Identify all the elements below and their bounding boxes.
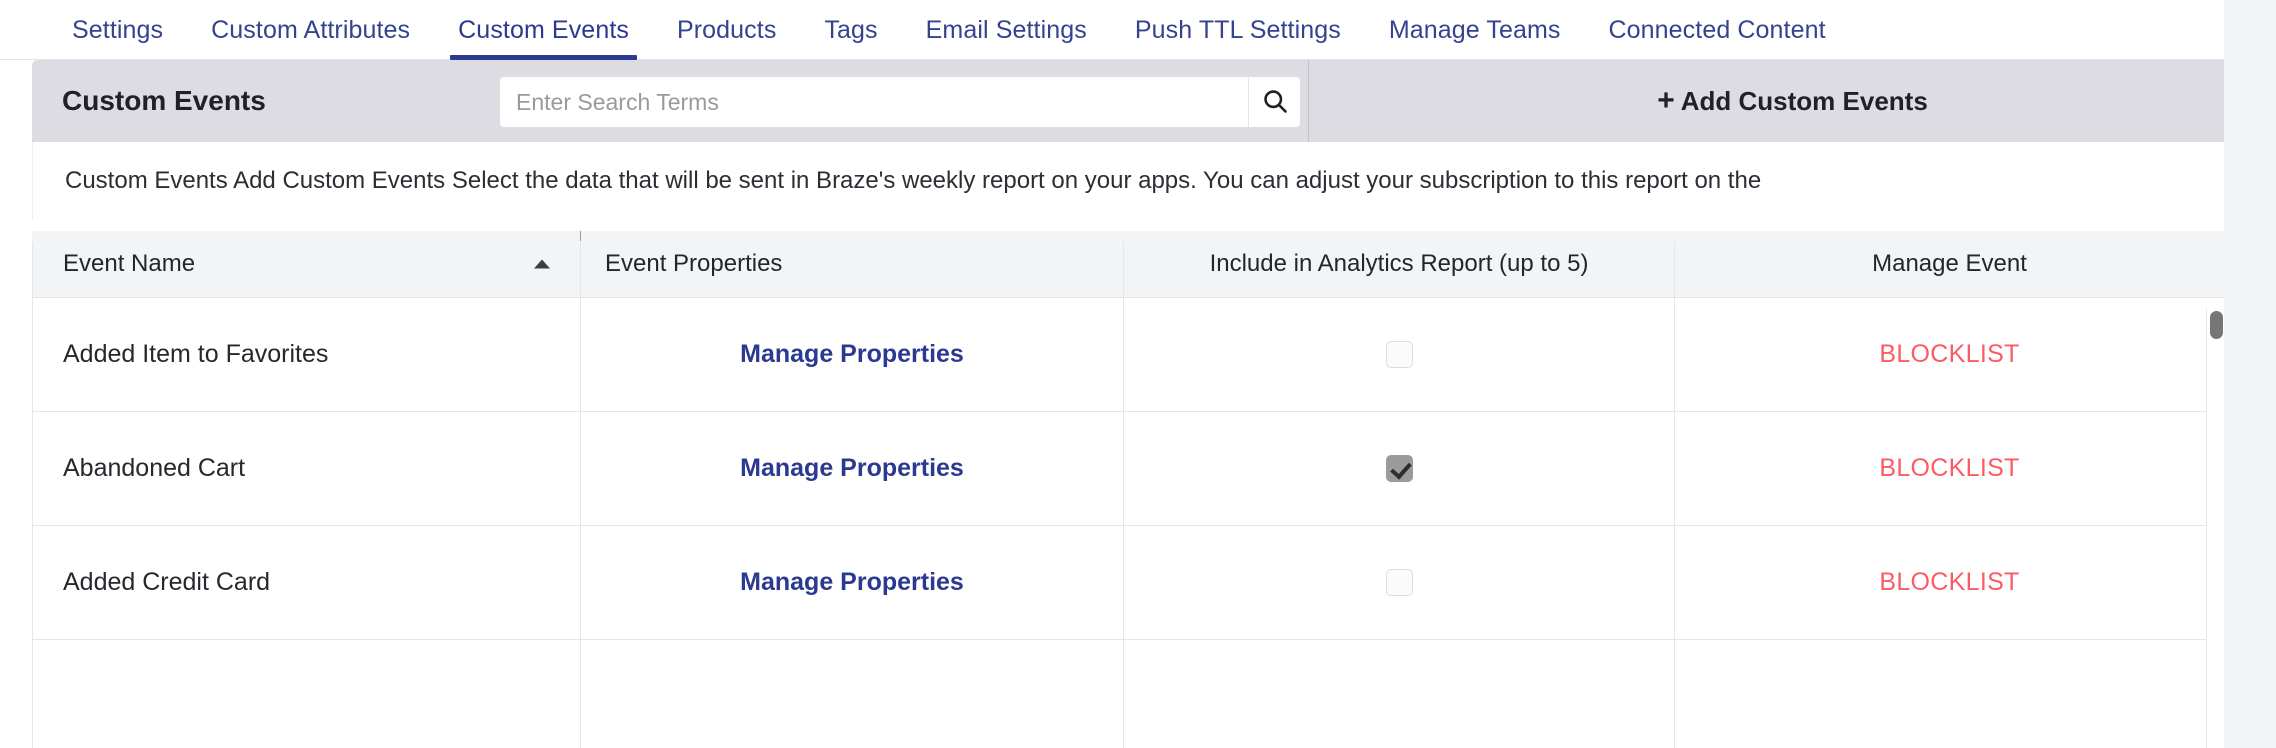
column-header-event-properties[interactable]: Event Properties bbox=[580, 231, 1124, 298]
column-label: Event Name bbox=[63, 249, 196, 277]
tab-label: Manage Teams bbox=[1388, 15, 1561, 44]
panel-description: Custom Events Add Custom Events Select t… bbox=[32, 142, 2276, 220]
search-icon bbox=[1261, 87, 1289, 118]
manage-properties-link[interactable]: Manage Properties bbox=[740, 340, 964, 368]
cell-include-in-report bbox=[1123, 638, 1675, 748]
column-label: Include in Analytics Report (up to 5) bbox=[1209, 249, 1589, 277]
cell-event-name: Added Item to Favorites bbox=[32, 296, 581, 412]
events-table-area: Event Name Event Properties Include in A… bbox=[32, 231, 2276, 748]
include-in-report-checkbox[interactable] bbox=[1385, 569, 1413, 597]
tab-label: Custom Events bbox=[458, 15, 629, 44]
tab-label: Email Settings bbox=[925, 15, 1087, 44]
blocklist-button[interactable]: BLOCKLIST bbox=[1879, 454, 2019, 482]
column-header-manage-event[interactable]: Manage Event bbox=[1674, 231, 2225, 298]
include-in-report-checkbox[interactable] bbox=[1385, 341, 1413, 369]
include-in-report-checkbox[interactable] bbox=[1385, 455, 1413, 483]
right-gutter bbox=[2224, 0, 2276, 748]
cell-manage-event: BLOCKLIST bbox=[1674, 524, 2225, 640]
table-header-row: Event Name Event Properties Include in A… bbox=[32, 231, 2225, 298]
cell-event-properties: Manage Properties bbox=[580, 296, 1124, 412]
manage-properties-link[interactable]: Manage Properties bbox=[740, 568, 964, 596]
column-label: Manage Event bbox=[1872, 249, 2027, 277]
search-button[interactable] bbox=[1248, 77, 1300, 127]
table-row: Abandoned Cart Manage Properties BLOCKLI… bbox=[32, 410, 2225, 526]
add-custom-events-label: Add Custom Events bbox=[1680, 85, 1928, 116]
tab-label: Connected Content bbox=[1608, 15, 1826, 44]
cell-event-properties bbox=[580, 638, 1124, 748]
cell-event-properties: Manage Properties bbox=[580, 410, 1124, 526]
vertical-scrollbar[interactable] bbox=[2206, 308, 2224, 748]
column-header-event-name[interactable]: Event Name bbox=[32, 231, 581, 298]
custom-events-table: Event Name Event Properties Include in A… bbox=[32, 231, 2225, 748]
cell-manage-event: BLOCKLIST bbox=[1674, 410, 2225, 526]
tab-manage-teams[interactable]: Manage Teams bbox=[1365, 0, 1585, 60]
custom-events-panel: Custom Events + Add Custom Events Custom… bbox=[32, 60, 2276, 748]
tab-connected-content[interactable]: Connected Content bbox=[1585, 0, 1850, 60]
cell-include-in-report bbox=[1123, 296, 1675, 412]
search-input[interactable] bbox=[500, 77, 1248, 127]
blocklist-button[interactable]: BLOCKLIST bbox=[1879, 568, 2019, 596]
table-row bbox=[32, 638, 2225, 748]
tab-label: Tags bbox=[824, 15, 878, 44]
tab-settings[interactable]: Settings bbox=[48, 0, 187, 60]
plus-icon: + bbox=[1657, 84, 1675, 117]
blocklist-button[interactable]: BLOCKLIST bbox=[1879, 340, 2019, 368]
cell-event-name bbox=[32, 638, 581, 748]
manage-properties-link[interactable]: Manage Properties bbox=[740, 454, 964, 482]
add-custom-events-button[interactable]: + Add Custom Events bbox=[1308, 60, 2276, 142]
cell-manage-event bbox=[1674, 638, 2225, 748]
tab-label: Custom Attributes bbox=[211, 15, 411, 44]
tab-custom-attributes[interactable]: Custom Attributes bbox=[187, 0, 434, 60]
cell-include-in-report bbox=[1123, 410, 1675, 526]
sort-ascending-icon bbox=[534, 259, 550, 269]
table-row: Added Credit Card Manage Properties BLOC… bbox=[32, 524, 2225, 640]
tab-tags[interactable]: Tags bbox=[800, 0, 901, 60]
cell-manage-event: BLOCKLIST bbox=[1674, 296, 2225, 412]
cell-event-properties: Manage Properties bbox=[580, 524, 1124, 640]
page-title: Custom Events bbox=[62, 85, 266, 116]
tab-label: Push TTL Settings bbox=[1134, 15, 1341, 44]
tab-email-settings[interactable]: Email Settings bbox=[902, 0, 1111, 60]
tab-push-ttl-settings[interactable]: Push TTL Settings bbox=[1111, 0, 1365, 60]
settings-tab-bar: Settings Custom Attributes Custom Events… bbox=[0, 0, 2276, 60]
tab-label: Products bbox=[676, 15, 777, 44]
vertical-scrollbar-thumb[interactable] bbox=[2210, 311, 2223, 339]
cell-include-in-report bbox=[1123, 524, 1675, 640]
column-header-include-in-analytics-report[interactable]: Include in Analytics Report (up to 5) bbox=[1123, 231, 1675, 298]
table-row: Added Item to Favorites Manage Propertie… bbox=[32, 296, 2225, 412]
search-bar bbox=[500, 77, 1300, 127]
panel-header: Custom Events + Add Custom Events bbox=[32, 60, 2276, 142]
tab-custom-events[interactable]: Custom Events bbox=[434, 0, 653, 60]
description-text: Custom Events Add Custom Events Select t… bbox=[65, 167, 1762, 194]
tab-products[interactable]: Products bbox=[653, 0, 800, 60]
cell-event-name: Added Credit Card bbox=[32, 524, 581, 640]
column-label: Event Properties bbox=[605, 249, 783, 277]
tab-label: Settings bbox=[72, 15, 164, 44]
cell-event-name: Abandoned Cart bbox=[32, 410, 581, 526]
